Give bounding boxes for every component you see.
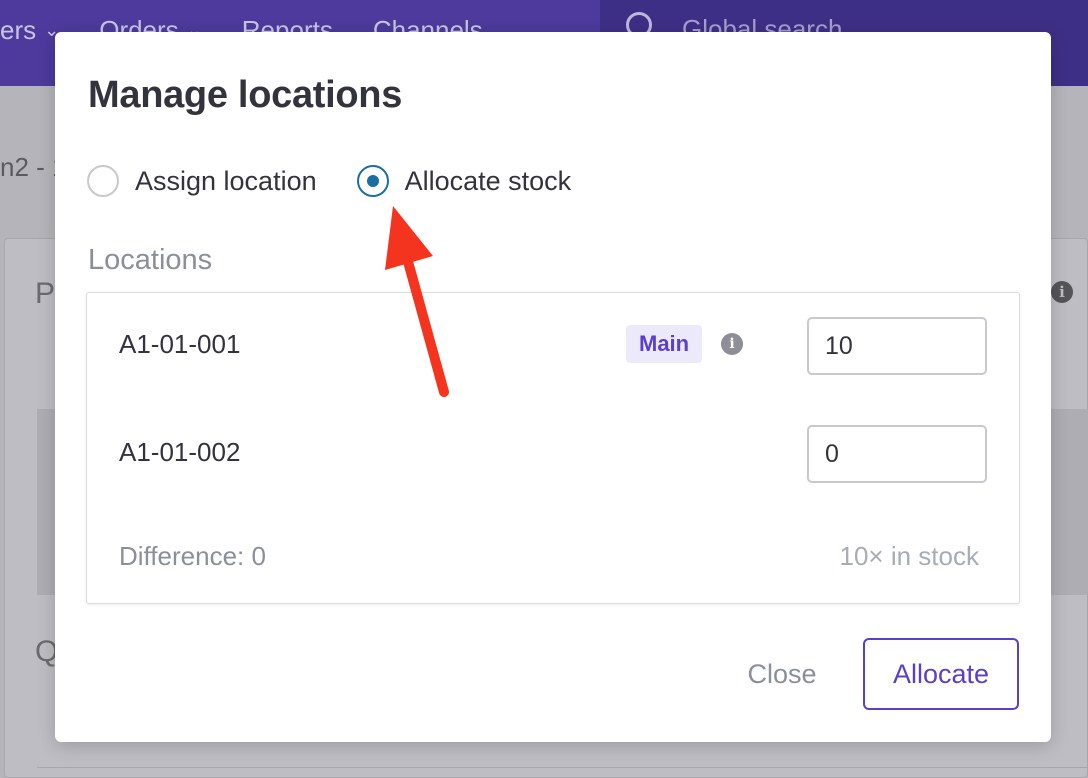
radio-button-checked[interactable]: [356, 165, 389, 197]
card-heading-fragment: P: [35, 277, 56, 310]
manage-locations-modal: Manage locations Assign location Allocat…: [55, 32, 1051, 742]
locations-panel: A1-01-001 Main i A1-01-002 Difference: 0…: [86, 292, 1020, 604]
modal-title: Manage locations: [88, 74, 403, 116]
locations-heading: Locations: [88, 244, 213, 276]
info-icon: i: [1051, 281, 1073, 303]
nav-item-partial[interactable]: ers ⌄: [0, 15, 59, 46]
location-code: A1-01-002: [119, 437, 241, 467]
mode-radio-group: Assign location Allocate stock: [87, 164, 611, 198]
close-button[interactable]: Close: [727, 638, 837, 710]
location-row: A1-01-001 Main i: [87, 317, 1021, 377]
stock-text: 10× in stock: [839, 541, 979, 571]
allocate-button[interactable]: Allocate: [863, 638, 1019, 710]
radio-assign-location[interactable]: Assign location: [87, 165, 317, 197]
quantity-input[interactable]: [807, 317, 987, 375]
divider: [37, 767, 1088, 768]
info-icon[interactable]: i: [721, 333, 743, 355]
location-row: A1-01-002: [87, 425, 1021, 485]
radio-allocate-stock[interactable]: Allocate stock: [356, 165, 572, 197]
radio-label: Allocate stock: [404, 165, 572, 196]
location-code: A1-01-001: [119, 329, 241, 359]
quantity-input[interactable]: [807, 425, 987, 483]
radio-label: Assign location: [135, 165, 317, 196]
difference-text: Difference: 0: [119, 541, 266, 571]
radio-button[interactable]: [87, 165, 119, 197]
main-badge: Main: [626, 325, 703, 363]
nav-item-label: ers: [0, 14, 37, 45]
